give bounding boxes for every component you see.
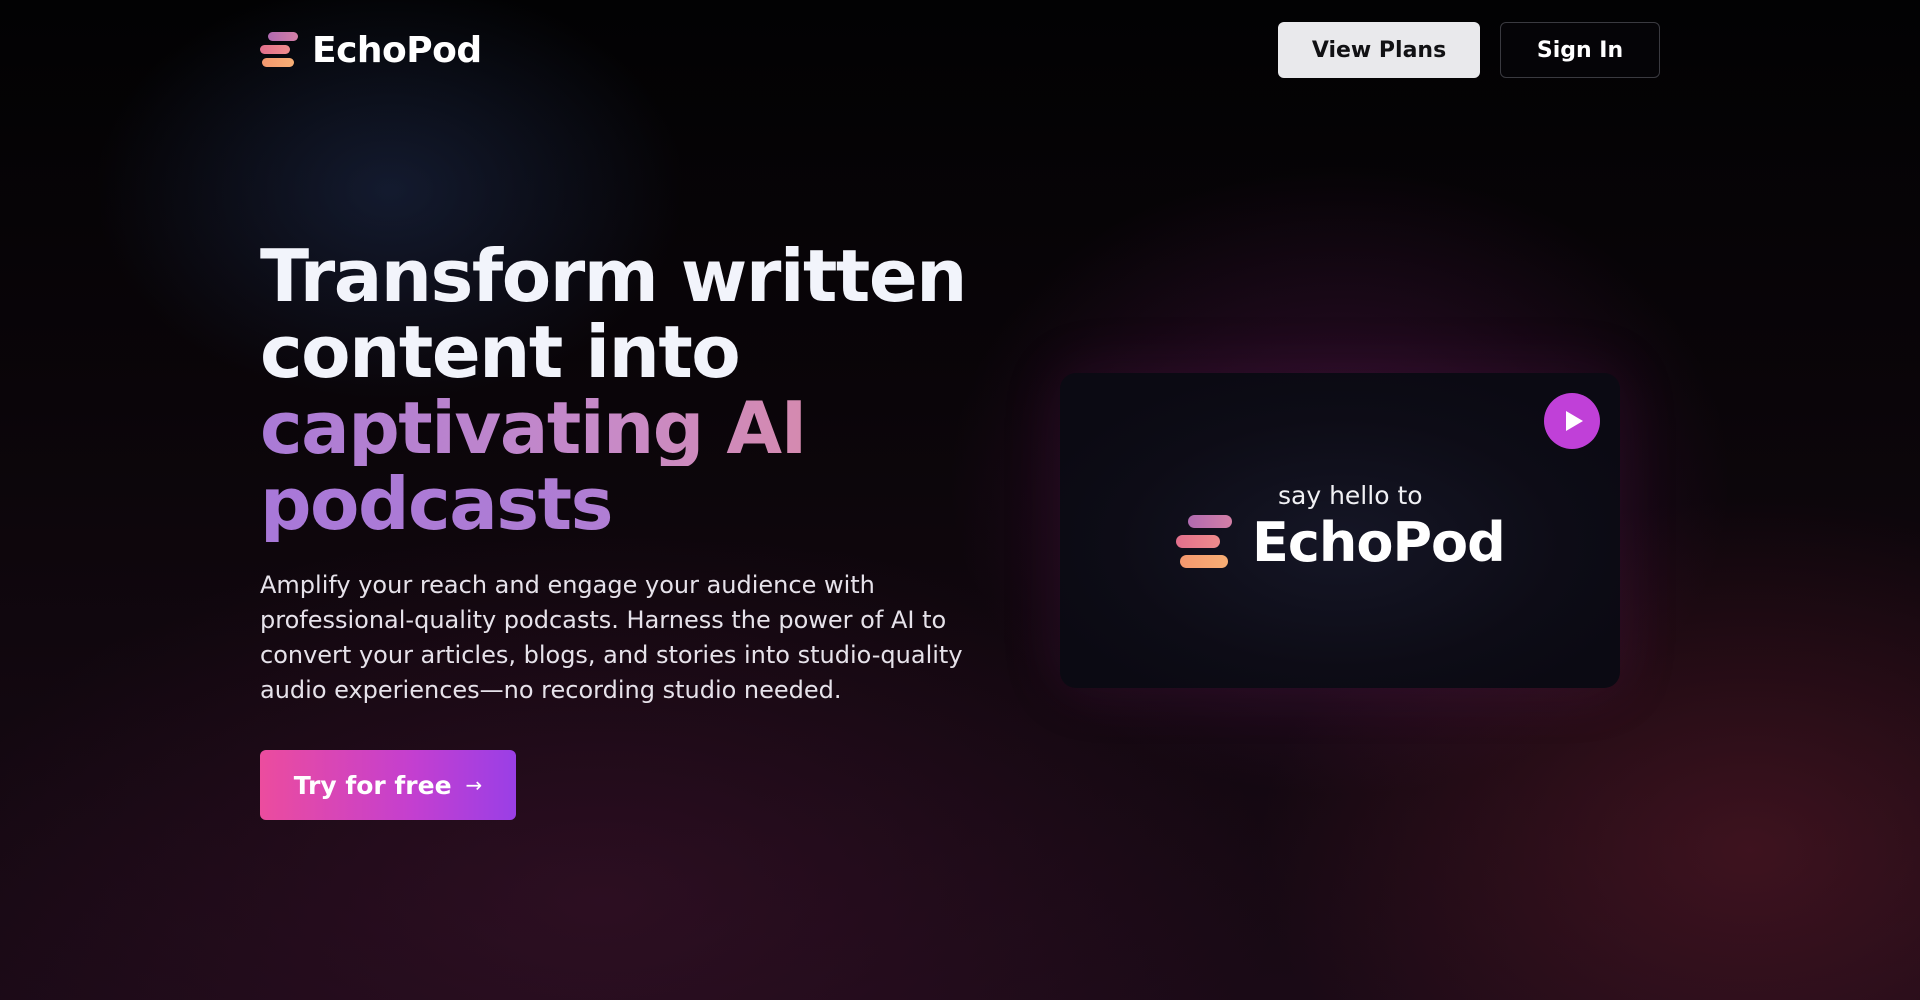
- video-brand: EchoPod: [1176, 511, 1506, 574]
- sign-in-button[interactable]: Sign In: [1500, 22, 1660, 78]
- landing-page: EchoPod View Plans Sign In Transform wri…: [0, 0, 1920, 1000]
- play-button[interactable]: [1544, 393, 1600, 449]
- hero-description: Amplify your reach and engage your audie…: [260, 571, 963, 704]
- hero-title-line1: Transform written: [260, 234, 967, 318]
- hero-title: Transform written content into captivati…: [260, 238, 1020, 542]
- hero-title-line2: content into: [260, 310, 741, 394]
- video-tagline: say hello to: [1278, 481, 1423, 510]
- play-icon: [1566, 411, 1583, 431]
- brand-name: EchoPod: [312, 29, 482, 71]
- arrow-right-icon: →: [465, 773, 483, 797]
- try-for-free-button[interactable]: Try for free →: [260, 750, 516, 820]
- video-player[interactable]: say hello to EchoPod: [1060, 373, 1620, 688]
- hero-title-line3: captivating AI: [260, 390, 1020, 466]
- view-plans-button[interactable]: View Plans: [1278, 22, 1480, 78]
- try-for-free-label: Try for free: [293, 770, 452, 800]
- video-brand-name: EchoPod: [1252, 511, 1506, 574]
- hero-title-line4: podcasts: [260, 466, 1020, 542]
- header-nav: View Plans Sign In: [1278, 22, 1660, 78]
- echopod-logo-icon: [1176, 513, 1234, 573]
- brand-logo-link[interactable]: EchoPod: [260, 30, 482, 71]
- site-header: EchoPod View Plans Sign In: [260, 22, 1660, 78]
- echopod-logo-icon: [260, 30, 298, 70]
